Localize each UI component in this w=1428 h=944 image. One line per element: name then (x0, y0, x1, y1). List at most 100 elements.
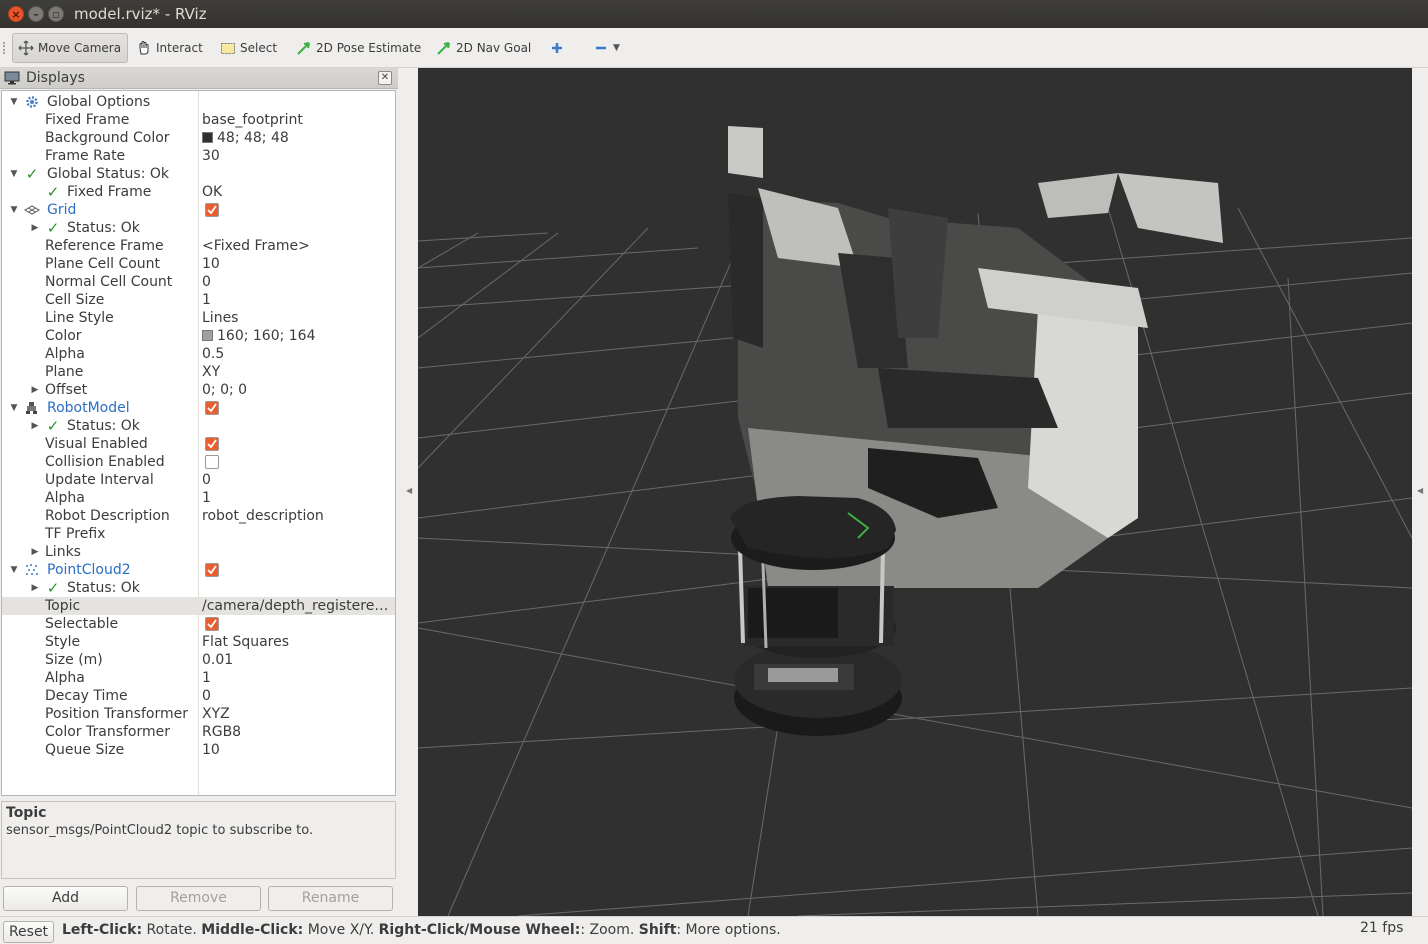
tree-row-reference-frame[interactable]: Reference Frame <Fixed Frame> (2, 237, 395, 255)
fixed-frame-value[interactable]: base_footprint (202, 111, 392, 129)
update-interval-value[interactable]: 0 (202, 471, 392, 489)
tree-row-line-style[interactable]: Line Style Lines (2, 309, 395, 327)
background-color-value[interactable]: 48; 48; 48 (202, 129, 392, 147)
tree-row-style[interactable]: Style Flat Squares (2, 633, 395, 651)
rename-display-button[interactable]: Rename (268, 886, 393, 911)
tree-row-cell-size[interactable]: Cell Size 1 (2, 291, 395, 309)
tree-row-grid-status[interactable]: ▶ ✓ Status: Ok (2, 219, 395, 237)
tree-row-position-transformer[interactable]: Position Transformer XYZ (2, 705, 395, 723)
tree-row-tf-prefix[interactable]: TF Prefix (2, 525, 395, 543)
visual-enabled-checkbox[interactable] (205, 437, 219, 451)
collision-enabled-checkbox[interactable] (205, 455, 219, 469)
tree-row-frame-rate[interactable]: Frame Rate 30 (2, 147, 395, 165)
cloud-alpha-value[interactable]: 1 (202, 669, 392, 687)
color-transformer-value[interactable]: RGB8 (202, 723, 392, 741)
plus-icon (548, 39, 566, 57)
tree-row-global-status[interactable]: ▼ ✓ Global Status: Ok (2, 165, 395, 183)
tree-row-robot-model[interactable]: ▼ RobotModel (2, 399, 395, 417)
tree-row-visual-enabled[interactable]: Visual Enabled (2, 435, 395, 453)
tree-row-offset[interactable]: ▶ Offset 0; 0; 0 (2, 381, 395, 399)
frame-rate-value[interactable]: 30 (202, 147, 392, 165)
position-transformer-value[interactable]: XYZ (202, 705, 392, 723)
fixed-frame-status-value: OK (202, 184, 223, 200)
tree-row-fixed-frame[interactable]: Fixed Frame base_footprint (2, 111, 395, 129)
reset-button[interactable]: Reset (3, 921, 54, 943)
tree-row-fixed-frame-status[interactable]: ✓ Fixed Frame OK (2, 183, 395, 201)
tree-row-selectable[interactable]: Selectable (2, 615, 395, 633)
size-value[interactable]: 0.01 (202, 651, 392, 669)
tree-row-robot-model-status[interactable]: ▶ ✓ Status: Ok (2, 417, 395, 435)
minimize-window-button[interactable]: – (28, 6, 44, 22)
tree-row-point-cloud[interactable]: ▼ PointCloud2 (2, 561, 395, 579)
plane-cell-count-value[interactable]: 10 (202, 255, 392, 273)
point-cloud-enabled-checkbox[interactable] (205, 563, 219, 577)
remove-display-button[interactable]: Remove (136, 886, 261, 911)
select-tool[interactable]: Select (215, 33, 281, 63)
collapse-arrow-icon[interactable]: ▶ (30, 219, 40, 237)
right-splitter[interactable]: ◀ (1412, 68, 1428, 916)
offset-value[interactable]: 0; 0; 0 (202, 381, 392, 399)
tree-row-grid-alpha[interactable]: Alpha 0.5 (2, 345, 395, 363)
decay-time-value[interactable]: 0 (202, 687, 392, 705)
expand-arrow-icon[interactable]: ▼ (9, 165, 19, 183)
tree-row-size[interactable]: Size (m) 0.01 (2, 651, 395, 669)
tree-row-robot-alpha[interactable]: Alpha 1 (2, 489, 395, 507)
tree-row-update-interval[interactable]: Update Interval 0 (2, 471, 395, 489)
grid-color-value[interactable]: 160; 160; 164 (202, 327, 392, 345)
tree-row-robot-description[interactable]: Robot Description robot_description (2, 507, 395, 525)
reference-frame-label: Reference Frame (45, 238, 164, 254)
expand-arrow-icon[interactable]: ▼ (9, 561, 19, 579)
tree-row-normal-cell-count[interactable]: Normal Cell Count 0 (2, 273, 395, 291)
tree-row-decay-time[interactable]: Decay Time 0 (2, 687, 395, 705)
tree-row-background-color[interactable]: Background Color 48; 48; 48 (2, 129, 395, 147)
robot-model-enabled-checkbox[interactable] (205, 401, 219, 415)
topic-value[interactable]: /camera/depth_registere… (202, 597, 392, 615)
robot-alpha-value[interactable]: 1 (202, 489, 392, 507)
tree-row-color-transformer[interactable]: Color Transformer RGB8 (2, 723, 395, 741)
2d-nav-goal-tool[interactable]: 2D Nav Goal (431, 33, 535, 63)
expand-arrow-icon[interactable]: ▼ (9, 93, 19, 111)
plane-value[interactable]: XY (202, 363, 392, 381)
line-style-value[interactable]: Lines (202, 309, 392, 327)
interact-tool[interactable]: Interact (131, 33, 207, 63)
remove-tool-button[interactable]: ▼ (588, 33, 624, 63)
tree-row-global-options[interactable]: ▼ Global Options (2, 93, 395, 111)
tree-row-point-cloud-status[interactable]: ▶ ✓ Status: Ok (2, 579, 395, 597)
tree-row-grid[interactable]: ▼ Grid (2, 201, 395, 219)
tree-row-cloud-alpha[interactable]: Alpha 1 (2, 669, 395, 687)
left-splitter[interactable]: ◀ (398, 68, 418, 916)
tree-row-grid-color[interactable]: Color 160; 160; 164 (2, 327, 395, 345)
expand-arrow-icon[interactable]: ▼ (9, 399, 19, 417)
queue-size-value[interactable]: 10 (202, 741, 392, 759)
normal-cell-count-value[interactable]: 0 (202, 273, 392, 291)
maximize-window-button[interactable]: ▫ (48, 6, 64, 22)
robot-description-value[interactable]: robot_description (202, 507, 392, 525)
tree-row-topic[interactable]: Topic /camera/depth_registere… (2, 597, 395, 615)
reference-frame-value[interactable]: <Fixed Frame> (202, 237, 392, 255)
add-display-button[interactable]: Add (3, 886, 128, 911)
style-value[interactable]: Flat Squares (202, 633, 392, 651)
gear-icon (24, 95, 40, 109)
grid-alpha-value[interactable]: 0.5 (202, 345, 392, 363)
2d-pose-estimate-tool[interactable]: 2D Pose Estimate (291, 33, 425, 63)
selectable-checkbox[interactable] (205, 617, 219, 631)
cell-size-value[interactable]: 1 (202, 291, 392, 309)
collapse-arrow-icon[interactable]: ▶ (30, 579, 40, 597)
collapse-arrow-icon[interactable]: ▶ (30, 417, 40, 435)
move-camera-tool[interactable]: Move Camera (12, 33, 128, 63)
tree-row-links[interactable]: ▶ Links (2, 543, 395, 561)
tree-row-plane[interactable]: Plane XY (2, 363, 395, 381)
tree-row-queue-size[interactable]: Queue Size 10 (2, 741, 395, 759)
collapse-arrow-icon[interactable]: ▶ (30, 543, 40, 561)
tree-row-plane-cell-count[interactable]: Plane Cell Count 10 (2, 255, 395, 273)
displays-tree[interactable]: ▼ Global Options Fixed Frame base_footpr… (1, 90, 396, 796)
expand-arrow-icon[interactable]: ▼ (9, 201, 19, 219)
toolbar-grip[interactable] (3, 42, 7, 54)
close-panel-button[interactable]: ✕ (378, 71, 392, 85)
add-tool-button[interactable] (544, 33, 573, 63)
close-window-button[interactable]: × (8, 6, 24, 22)
collapse-arrow-icon[interactable]: ▶ (30, 381, 40, 399)
grid-enabled-checkbox[interactable] (205, 203, 219, 217)
3d-render-view[interactable] (418, 68, 1412, 916)
tree-row-collision-enabled[interactable]: Collision Enabled (2, 453, 395, 471)
